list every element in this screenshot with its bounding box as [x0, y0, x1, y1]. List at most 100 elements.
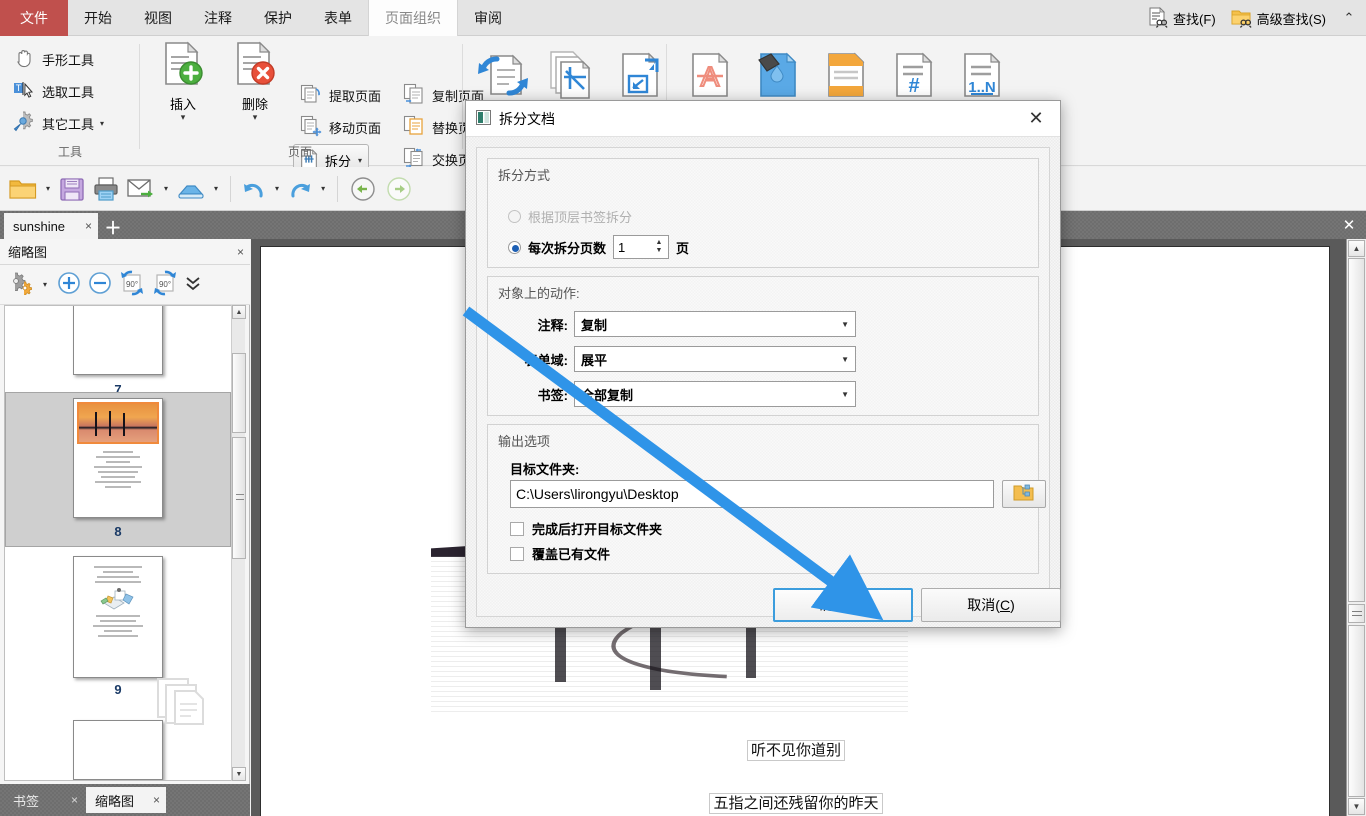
chevron-down-icon[interactable]: ▾ — [42, 184, 54, 193]
menu-tab-page-organize[interactable]: 页面组织 — [368, 0, 458, 36]
delete-page-button[interactable]: 删除 ▾ — [222, 40, 288, 122]
cancel-button[interactable]: 取消(C) — [921, 588, 1061, 622]
thumbnail-page-7[interactable]: 7 — [5, 306, 231, 397]
dialog-title: 拆分文档 — [499, 110, 555, 127]
scroll-down-icon[interactable]: ▼ — [232, 767, 246, 781]
scrollbar-thumb[interactable] — [1348, 258, 1365, 602]
open-button[interactable] — [6, 171, 40, 207]
more-chevrons-icon[interactable] — [184, 273, 202, 296]
undo-button[interactable] — [239, 171, 269, 207]
document-scrollbar[interactable]: ▲ ▼ — [1346, 239, 1366, 816]
find-button[interactable]: 查找(F) — [1146, 6, 1216, 31]
scroll-up-icon[interactable]: ▲ — [1348, 240, 1365, 257]
scroll-down-icon[interactable]: ▼ — [1348, 798, 1365, 815]
move-pages-button[interactable]: 移动页面 — [295, 112, 385, 142]
svg-text:90°: 90° — [126, 280, 138, 289]
cloud-button[interactable] — [174, 171, 208, 207]
annotation-action-select[interactable]: 复制 ▼ — [574, 311, 856, 337]
thumbnail-list[interactable]: 7 8 9 — [4, 305, 232, 781]
pages-per-split-spinner[interactable]: 1 ▲ ▼ — [613, 235, 670, 259]
target-folder-input[interactable]: C:\Users\lirongyu\Desktop — [510, 480, 994, 508]
open-target-folder-checkbox[interactable]: 完成后打开目标文件夹 — [510, 519, 662, 538]
close-icon[interactable]: × — [71, 793, 78, 807]
menu-tab-comment[interactable]: 注释 — [188, 0, 248, 36]
scrollbar-thumb[interactable] — [232, 353, 246, 433]
close-icon[interactable]: × — [237, 245, 244, 259]
tab-bookmarks[interactable]: 书签 × — [4, 787, 84, 813]
chevron-down-icon[interactable]: ▾ — [160, 184, 172, 193]
hand-tool-label: 手形工具 — [42, 52, 95, 68]
pages-drag-icon — [155, 676, 217, 735]
browse-folder-button[interactable] — [1002, 480, 1046, 508]
scrollbar-thumb-2[interactable] — [232, 437, 246, 559]
chevron-down-icon[interactable]: ▼ — [841, 355, 849, 364]
radio-split-by-bookmark[interactable]: 根据顶层书签拆分 — [508, 207, 632, 226]
spinner-arrows[interactable]: ▲ ▼ — [652, 236, 666, 258]
menu-tab-protect[interactable]: 保护 — [248, 0, 308, 36]
menu-bar-right: 查找(F) 高级查找(S) ⌃ — [1146, 0, 1358, 36]
rotate-left-90-icon[interactable]: 90° — [118, 270, 146, 299]
scrollbar-grip[interactable] — [1348, 604, 1365, 623]
bookmark-action-select[interactable]: 全部复制 ▼ — [574, 381, 856, 407]
email-button[interactable] — [124, 171, 158, 207]
chevron-down-icon[interactable]: ▾ — [317, 184, 329, 193]
settings-gear-icon[interactable] — [8, 271, 34, 298]
menu-tab-review[interactable]: 审阅 — [458, 0, 518, 36]
collapse-ribbon-icon[interactable]: ⌃ — [1340, 10, 1358, 26]
tab-thumbnails[interactable]: 缩略图 × — [86, 787, 166, 813]
form-field-action-select[interactable]: 展平 ▼ — [574, 346, 856, 372]
ok-button[interactable]: 确定(O) — [773, 588, 913, 622]
thumbnail-panel-title: 缩略图 — [8, 245, 48, 260]
close-icon[interactable]: × — [85, 219, 92, 233]
panel-bottom-tabs: 书签 × 缩略图 × — [0, 784, 250, 816]
document-tab-sunshine[interactable]: sunshine × — [4, 213, 98, 239]
chevron-down-icon[interactable]: ▼ — [841, 320, 849, 329]
chevron-down-icon[interactable]: ▾ — [39, 280, 51, 289]
spin-down-icon[interactable]: ▼ — [656, 247, 663, 255]
chevron-down-icon[interactable]: ▾ — [210, 184, 222, 193]
hand-tool-button[interactable]: 手形工具 — [8, 44, 98, 74]
redo-button[interactable] — [285, 171, 315, 207]
print-button[interactable] — [90, 171, 122, 207]
scrollbar-thumb-lower[interactable] — [1348, 625, 1365, 797]
spin-up-icon[interactable]: ▲ — [656, 239, 663, 247]
close-document-button[interactable]: ✕ — [1338, 215, 1360, 235]
scroll-up-icon[interactable]: ▲ — [232, 305, 246, 319]
menu-bar: 文件 开始 视图 注释 保护 表单 页面组织 审阅 查找(F) 高级查找(S) … — [0, 0, 1366, 36]
extract-pages-button[interactable]: 提取页面 — [295, 80, 385, 110]
advanced-find-button[interactable]: 高级查找(S) — [1230, 6, 1326, 31]
thumbnail-panel: 缩略图 × ▾ 90° 90° 7 8 9 ▲ ▼ — [0, 239, 250, 795]
output-options-fieldset: 输出选项 目标文件夹: C:\Users\lirongyu\Desktop 完成… — [487, 424, 1046, 574]
insert-page-button[interactable]: 插入 ▾ — [150, 40, 216, 122]
forward-button[interactable] — [382, 171, 416, 207]
thumbnail-page-8[interactable]: 8 — [5, 392, 231, 547]
menu-tab-file[interactable]: 文件 — [0, 0, 68, 36]
pages-unit-label: 页 — [676, 240, 690, 256]
overwrite-existing-checkbox[interactable]: 覆盖已有文件 — [510, 544, 610, 563]
chevron-down-icon[interactable]: ▾ — [100, 119, 104, 128]
chevron-down-icon[interactable]: ▾ — [222, 113, 288, 122]
menu-tab-home[interactable]: 开始 — [68, 0, 128, 36]
select-tool-button[interactable]: T 选取工具 — [8, 76, 98, 106]
close-icon[interactable]: × — [153, 793, 160, 807]
menu-tab-view[interactable]: 视图 — [128, 0, 188, 36]
back-button[interactable] — [346, 171, 380, 207]
chevron-down-icon[interactable]: ▾ — [271, 184, 283, 193]
zoom-out-icon[interactable] — [87, 270, 113, 299]
new-tab-button[interactable]: ＋ — [100, 213, 126, 239]
thumbnail-scrollbar[interactable]: ▲ ▼ — [231, 305, 246, 781]
select-tool-icon: T — [12, 78, 36, 105]
menu-tab-review-label: 审阅 — [474, 10, 502, 26]
chevron-down-icon[interactable]: ▼ — [841, 390, 849, 399]
other-tools-button[interactable]: 其它工具 ▾ — [8, 108, 108, 138]
menu-tab-home-label: 开始 — [84, 10, 112, 26]
replace-pages-icon — [402, 114, 426, 141]
zoom-in-icon[interactable] — [56, 270, 82, 299]
chevron-down-icon[interactable]: ▾ — [150, 113, 216, 122]
forward-icon — [387, 176, 411, 201]
menu-tab-form[interactable]: 表单 — [308, 0, 368, 36]
rotate-right-90-icon[interactable]: 90° — [151, 270, 179, 299]
radio-split-by-page-count[interactable]: 每次拆分页数 1 ▲ ▼ 页 — [508, 235, 689, 259]
close-icon[interactable]: ✕ — [1016, 102, 1056, 136]
save-button[interactable] — [56, 171, 88, 207]
